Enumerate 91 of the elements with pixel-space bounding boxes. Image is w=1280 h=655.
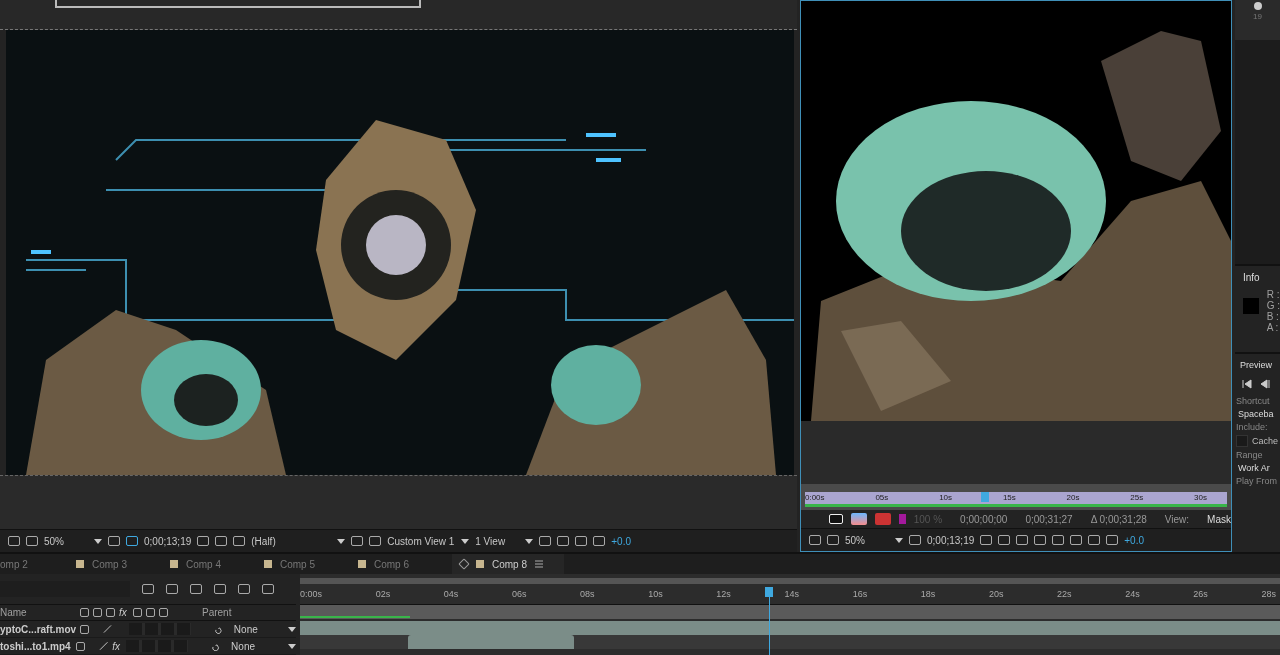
caret-icon[interactable] — [337, 538, 346, 544]
menu-icon[interactable] — [535, 560, 543, 568]
tab-label[interactable]: Comp 6 — [374, 558, 409, 570]
channel-label: G : — [1266, 300, 1280, 311]
panel-title[interactable]: Info — [1243, 272, 1280, 283]
caret-icon[interactable] — [288, 643, 296, 649]
first-frame-icon[interactable] — [1242, 379, 1252, 389]
ruler-label: 25s — [1130, 492, 1144, 504]
color-swatch — [1243, 298, 1259, 314]
caret-icon[interactable] — [94, 538, 102, 544]
tab-label[interactable]: Comp 3 — [92, 558, 127, 570]
zoom-dropdown[interactable]: 50% — [845, 534, 889, 546]
composition-icon — [476, 560, 484, 568]
timecode[interactable]: 0;00;13;19 — [927, 534, 975, 546]
ruler-label: 02s — [375, 589, 391, 599]
column-header[interactable]: Name — [0, 607, 76, 618]
channel-label: A : — [1266, 322, 1280, 333]
range-label: Range — [1236, 450, 1264, 460]
comp-tab[interactable]: omp 2 — [0, 554, 76, 574]
ruler-label: 08s — [580, 589, 595, 599]
tab-label[interactable]: Comp 4 — [186, 558, 221, 570]
layout-dropdown[interactable]: 1 View — [475, 535, 520, 547]
ruler-label: 30s — [1194, 492, 1207, 504]
end-time[interactable]: 0;00;31;27 — [1025, 513, 1073, 525]
composition-icon — [358, 560, 366, 568]
caret-icon[interactable] — [895, 537, 903, 543]
composition-icon — [170, 560, 178, 568]
layer-name[interactable]: yptoC...raft.mov — [0, 623, 76, 635]
ruler-label: 22s — [1057, 589, 1072, 599]
checkbox[interactable] — [1236, 435, 1248, 447]
ruler-label: 15s — [1002, 492, 1016, 504]
parent-dropdown[interactable]: None — [231, 640, 284, 652]
pick-whip-icon[interactable] — [211, 641, 222, 651]
timecode[interactable]: 0;00;13;19 — [144, 535, 192, 547]
tab-label[interactable]: omp 2 — [0, 558, 28, 570]
view-dropdown[interactable]: Custom View 1 — [387, 535, 456, 547]
composition-icon — [264, 560, 272, 568]
comp-tab[interactable]: Comp 6 — [358, 554, 452, 574]
tab-label[interactable]: Comp 5 — [280, 558, 315, 570]
pick-whip-icon[interactable] — [214, 624, 224, 634]
panel-title[interactable]: Preview — [1240, 360, 1280, 370]
ruler-label: 14s — [784, 589, 799, 599]
effects-column-header: fx — [119, 607, 128, 618]
composition-icon — [76, 560, 84, 568]
start-time[interactable]: 0;00;00;00 — [960, 513, 1008, 525]
caret-icon[interactable] — [461, 538, 470, 544]
channel-label: R : — [1266, 289, 1280, 300]
previous-frame-icon[interactable] — [1260, 379, 1270, 389]
shortcut-dropdown[interactable]: Spaceba — [1238, 409, 1280, 419]
time-ruler[interactable]: 0:00s 05s 10s 15s 20s 25s 30s — [801, 484, 1231, 510]
layer-name[interactable]: toshi...to1.mp4 — [0, 640, 72, 652]
include-label: Include: — [1236, 422, 1269, 432]
ruler-label: 0:00s — [805, 492, 825, 504]
exposure-value[interactable]: +0.0 — [1124, 534, 1144, 546]
ruler-label: 0:00s — [300, 589, 323, 599]
channel-label: B : — [1266, 311, 1280, 322]
ruler-label: 06s — [511, 589, 527, 599]
ruler-label: 24s — [1125, 589, 1140, 599]
ruler-label: 05s — [875, 492, 889, 504]
column-header[interactable]: Parent — [202, 607, 232, 618]
duration: Δ 0;00;31;28 — [1090, 513, 1147, 525]
comp-tab[interactable]: Comp 4 — [170, 554, 264, 574]
checkbox-label: Cache — [1252, 436, 1278, 446]
ruler-label: 10s — [939, 492, 953, 504]
play-from-label: Play From — [1236, 476, 1278, 486]
ruler-label: 04s — [443, 589, 459, 599]
view-label: View: — [1164, 513, 1190, 525]
ruler-label: 12s — [716, 589, 731, 599]
ruler-label: 28s — [1261, 589, 1276, 599]
ruler-label: 20s — [988, 589, 1004, 599]
caret-icon[interactable] — [525, 538, 534, 544]
exposure-value[interactable]: +0.0 — [611, 535, 631, 547]
dot-icon — [1253, 2, 1262, 10]
view-dropdown[interactable]: Mask — [1207, 513, 1231, 525]
ruler-label: 20s — [1066, 492, 1080, 504]
shortcut-label: Shortcut — [1236, 396, 1271, 406]
ruler-label: 26s — [1193, 589, 1208, 599]
resolution-dropdown[interactable]: (Half) — [251, 535, 332, 547]
comp-tab[interactable]: Comp 3 — [76, 554, 170, 574]
ruler-label: 10s — [648, 589, 663, 599]
comp-tab[interactable]: Comp 5 — [264, 554, 358, 574]
zoom-dropdown[interactable]: 50% — [44, 535, 88, 547]
range-dropdown[interactable]: Work Ar — [1238, 463, 1280, 473]
parent-dropdown[interactable]: None — [233, 623, 284, 635]
ruler-label: 18s — [920, 589, 936, 599]
ruler-label: 16s — [852, 589, 868, 599]
comp-tab[interactable]: Comp 8 — [452, 554, 564, 574]
tab-label[interactable]: Comp 8 — [492, 558, 527, 570]
color-swatch[interactable] — [899, 514, 906, 524]
effects-mark[interactable]: fx — [112, 640, 122, 652]
label-number: 19 — [1253, 12, 1262, 21]
